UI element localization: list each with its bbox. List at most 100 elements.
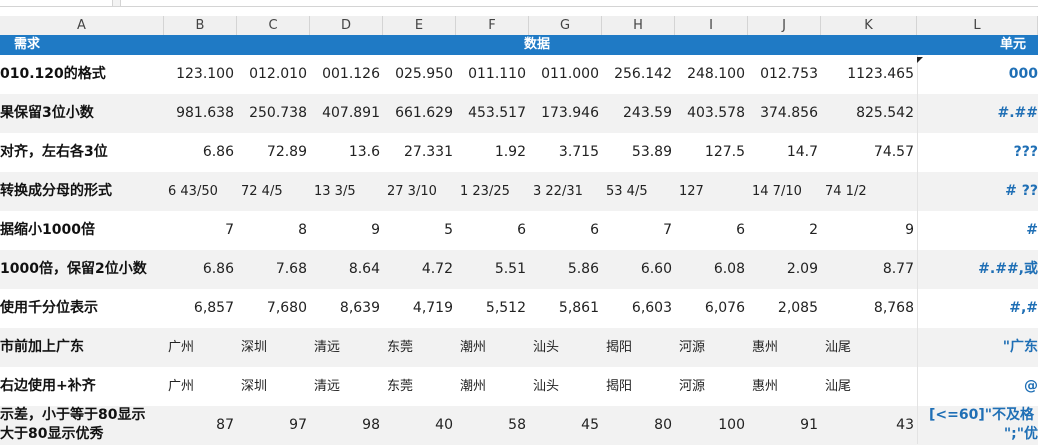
- data-cell[interactable]: 4.72: [383, 250, 456, 289]
- format-code-cell[interactable]: #: [917, 211, 1038, 250]
- data-cell[interactable]: 汕头: [529, 328, 602, 367]
- data-cell[interactable]: 8.77: [821, 250, 917, 289]
- data-cell[interactable]: 40: [383, 406, 456, 445]
- data-cell[interactable]: 011.000: [529, 55, 602, 94]
- data-cell[interactable]: 5: [383, 211, 456, 250]
- data-cell[interactable]: 825.542: [821, 94, 917, 133]
- format-code-cell[interactable]: ???: [917, 133, 1038, 172]
- data-cell[interactable]: 7.68: [237, 250, 310, 289]
- format-code-cell[interactable]: #.##,或: [917, 250, 1038, 289]
- data-cell[interactable]: 6.86: [164, 250, 237, 289]
- data-cell[interactable]: 5.86: [529, 250, 602, 289]
- row-label[interactable]: 对齐，左右各3位: [0, 133, 164, 172]
- data-cell[interactable]: 6,076: [675, 289, 748, 328]
- data-cell[interactable]: 256.142: [602, 55, 675, 94]
- data-cell[interactable]: 6,603: [602, 289, 675, 328]
- column-header-e[interactable]: E: [383, 16, 456, 35]
- data-cell[interactable]: 012.010: [237, 55, 310, 94]
- data-cell[interactable]: 453.517: [456, 94, 529, 133]
- data-cell[interactable]: 汕尾: [821, 367, 917, 406]
- data-cell[interactable]: 74 1/2: [821, 172, 917, 211]
- data-cell[interactable]: 250.738: [237, 94, 310, 133]
- data-cell[interactable]: 74.57: [821, 133, 917, 172]
- data-cell[interactable]: 127.5: [675, 133, 748, 172]
- data-cell[interactable]: 2,085: [748, 289, 821, 328]
- row-label[interactable]: 010.120的格式: [0, 55, 164, 94]
- data-cell[interactable]: 14 7/10: [748, 172, 821, 211]
- data-cell[interactable]: 东莞: [383, 367, 456, 406]
- column-header-c[interactable]: C: [237, 16, 310, 35]
- data-cell[interactable]: 43: [821, 406, 917, 445]
- data-cell[interactable]: 91: [748, 406, 821, 445]
- data-cell[interactable]: 58: [456, 406, 529, 445]
- row-label[interactable]: 果保留3位小数: [0, 94, 164, 133]
- data-cell[interactable]: 河源: [675, 328, 748, 367]
- data-cell[interactable]: 403.578: [675, 94, 748, 133]
- column-header-b[interactable]: B: [164, 16, 237, 35]
- data-cell[interactable]: 127: [675, 172, 748, 211]
- data-cell[interactable]: 7: [602, 211, 675, 250]
- data-cell[interactable]: 72.89: [237, 133, 310, 172]
- data-cell[interactable]: 3 22/31: [529, 172, 602, 211]
- data-cell[interactable]: 广州: [164, 328, 237, 367]
- name-box[interactable]: [0, 0, 113, 6]
- data-cell[interactable]: 87: [164, 406, 237, 445]
- data-cell[interactable]: 80: [602, 406, 675, 445]
- data-cell[interactable]: 广州: [164, 367, 237, 406]
- data-cell[interactable]: 011.110: [456, 55, 529, 94]
- data-cell[interactable]: 981.638: [164, 94, 237, 133]
- format-code-cell[interactable]: #.##: [917, 94, 1038, 133]
- data-cell[interactable]: 6: [456, 211, 529, 250]
- column-header-i[interactable]: I: [675, 16, 748, 35]
- data-cell[interactable]: 5,861: [529, 289, 602, 328]
- data-cell[interactable]: 8.64: [310, 250, 383, 289]
- data-cell[interactable]: 2: [748, 211, 821, 250]
- data-cell[interactable]: 98: [310, 406, 383, 445]
- data-cell[interactable]: 1123.465: [821, 55, 917, 94]
- column-header-a[interactable]: A: [0, 16, 164, 35]
- format-code-cell[interactable]: "广东: [917, 328, 1038, 367]
- data-cell[interactable]: 13.6: [310, 133, 383, 172]
- data-cell[interactable]: 27.331: [383, 133, 456, 172]
- data-cell[interactable]: 2.09: [748, 250, 821, 289]
- column-header-f[interactable]: F: [456, 16, 529, 35]
- data-cell[interactable]: 深圳: [237, 328, 310, 367]
- data-cell[interactable]: 7: [164, 211, 237, 250]
- data-cell[interactable]: 惠州: [748, 328, 821, 367]
- column-header-d[interactable]: D: [310, 16, 383, 35]
- data-cell[interactable]: 100: [675, 406, 748, 445]
- data-cell[interactable]: 8: [237, 211, 310, 250]
- data-cell[interactable]: 6,857: [164, 289, 237, 328]
- data-cell[interactable]: 407.891: [310, 94, 383, 133]
- data-cell[interactable]: 6: [675, 211, 748, 250]
- data-cell[interactable]: 汕头: [529, 367, 602, 406]
- data-cell[interactable]: 6.08: [675, 250, 748, 289]
- data-cell[interactable]: 001.126: [310, 55, 383, 94]
- data-cell[interactable]: 东莞: [383, 328, 456, 367]
- data-cell[interactable]: 025.950: [383, 55, 456, 94]
- data-cell[interactable]: 5.51: [456, 250, 529, 289]
- data-cell[interactable]: 27 3/10: [383, 172, 456, 211]
- column-header-j[interactable]: J: [748, 16, 821, 35]
- data-cell[interactable]: 潮州: [456, 367, 529, 406]
- column-header-k[interactable]: K: [821, 16, 917, 35]
- data-cell[interactable]: 123.100: [164, 55, 237, 94]
- data-cell[interactable]: 45: [529, 406, 602, 445]
- row-label[interactable]: 示差，小于等于80显示 大于80显示优秀: [0, 406, 164, 445]
- data-cell[interactable]: 374.856: [748, 94, 821, 133]
- row-label[interactable]: 市前加上广东: [0, 328, 164, 367]
- data-cell[interactable]: 1.92: [456, 133, 529, 172]
- data-cell[interactable]: 72 4/5: [237, 172, 310, 211]
- data-cell[interactable]: 6.60: [602, 250, 675, 289]
- data-cell[interactable]: 6: [529, 211, 602, 250]
- data-cell[interactable]: 3.715: [529, 133, 602, 172]
- data-cell[interactable]: 243.59: [602, 94, 675, 133]
- data-cell[interactable]: 深圳: [237, 367, 310, 406]
- data-cell[interactable]: 揭阳: [602, 367, 675, 406]
- data-cell[interactable]: 6.86: [164, 133, 237, 172]
- column-header-h[interactable]: H: [602, 16, 675, 35]
- data-cell[interactable]: 潮州: [456, 328, 529, 367]
- data-cell[interactable]: 6 43/50: [164, 172, 237, 211]
- data-cell[interactable]: 4,719: [383, 289, 456, 328]
- data-cell[interactable]: 53.89: [602, 133, 675, 172]
